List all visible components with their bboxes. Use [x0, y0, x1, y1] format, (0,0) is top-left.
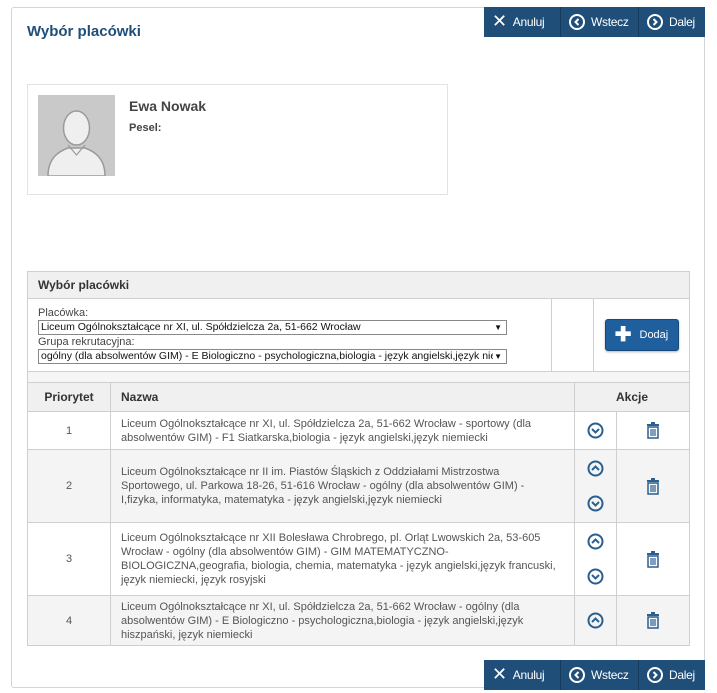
page-title: Wybór placówki: [27, 23, 141, 40]
cancel-button[interactable]: ✕ Anuluj: [484, 660, 561, 690]
chevron-left-icon: [569, 667, 585, 683]
row-name: Liceum Ogólnokształcące nr XI, ul. Spółd…: [110, 595, 575, 646]
placowka-value: Liceum Ogólnokształcące nr XI, ul. Spółd…: [41, 321, 361, 333]
selection-heading: Wybór placówki: [28, 272, 689, 299]
move-up-button[interactable]: [587, 612, 605, 630]
cancel-button[interactable]: ✕ Anuluj: [484, 7, 561, 37]
back-label: Wstecz: [591, 15, 629, 29]
profile-card: Ewa Nowak Pesel:: [27, 84, 448, 195]
placowka-label: Placówka:: [38, 307, 89, 319]
row-priority: 1: [27, 411, 111, 450]
cancel-label: Anuluj: [512, 15, 545, 29]
trash-icon: [647, 550, 659, 568]
plus-icon: ✚: [614, 324, 632, 346]
grupa-select[interactable]: ogólny (dla absolwentów GIM) - E Biologi…: [38, 349, 507, 364]
row-priority: 3: [27, 522, 111, 596]
chevron-up-circle-icon: [587, 612, 604, 629]
top-toolbar: ✕ Anuluj Wstecz Dalej: [484, 7, 705, 37]
bottom-toolbar: ✕ Anuluj Wstecz Dalej: [484, 660, 705, 690]
grupa-value: ogólny (dla absolwentów GIM) - E Biologi…: [41, 350, 493, 362]
trash-icon: [647, 477, 659, 495]
delete-button[interactable]: [644, 477, 662, 495]
pesel-label: Pesel:: [129, 122, 162, 134]
placowka-select[interactable]: Liceum Ogólnokształcące nr XI, ul. Spółd…: [38, 320, 507, 335]
header-priority: Priorytet: [27, 382, 111, 412]
row-priority: 4: [27, 595, 111, 646]
next-label: Dalej: [669, 668, 695, 682]
pesel-field: Pesel:: [129, 122, 161, 134]
back-button[interactable]: Wstecz: [561, 7, 639, 37]
table-row: 2 Liceum Ogólnokształcące nr II im. Pias…: [27, 449, 690, 523]
next-button[interactable]: Dalej: [639, 7, 705, 37]
delete-button[interactable]: [644, 612, 662, 630]
add-label: Dodaj: [639, 329, 669, 341]
user-name: Ewa Nowak: [129, 98, 207, 114]
back-button[interactable]: Wstecz: [561, 660, 639, 690]
next-label: Dalej: [669, 15, 695, 29]
chevron-left-icon: [569, 14, 585, 30]
header-actions: Akcje: [574, 382, 690, 412]
move-up-button[interactable]: [587, 460, 605, 478]
priority-table: Priorytet Nazwa Akcje 1 Liceum Ogólnoksz…: [27, 382, 690, 646]
table-row: 4 Liceum Ogólnokształcące nr XI, ul. Spó…: [27, 595, 690, 646]
move-down-button[interactable]: [587, 422, 605, 440]
row-name: Liceum Ogólnokształcące nr XI, ul. Spółd…: [110, 411, 575, 450]
table-row: 1 Liceum Ogólnokształcące nr XI, ul. Spó…: [27, 411, 690, 450]
add-button[interactable]: ✚ Dodaj: [604, 319, 679, 351]
header-name: Nazwa: [110, 382, 575, 412]
move-down-button[interactable]: [587, 568, 605, 586]
row-name: Liceum Ogólnokształcące nr XII Bolesława…: [110, 522, 575, 596]
chevron-right-icon: [647, 14, 663, 30]
next-button[interactable]: Dalej: [639, 660, 705, 690]
close-icon: ✕: [492, 664, 507, 685]
chevron-down-circle-icon: [587, 422, 604, 439]
table-row: 3 Liceum Ogólnokształcące nr XII Bolesła…: [27, 522, 690, 596]
grupa-label: Grupa rekrutacyjna:: [38, 336, 135, 348]
move-up-button[interactable]: [587, 533, 605, 551]
chevron-up-circle-icon: [587, 460, 604, 477]
row-name: Liceum Ogólnokształcące nr II im. Piastó…: [110, 449, 575, 523]
row-priority: 2: [27, 449, 111, 523]
move-down-button[interactable]: [587, 495, 605, 513]
delete-button[interactable]: [644, 422, 662, 440]
back-label: Wstecz: [591, 668, 629, 682]
cancel-label: Anuluj: [512, 668, 545, 682]
chevron-down-circle-icon: [587, 495, 604, 512]
dropdown-arrow-icon: ▼: [494, 323, 502, 332]
selection-panel: Wybór placówki Placówka: Liceum Ogólnoks…: [27, 271, 690, 383]
chevron-up-circle-icon: [587, 533, 604, 550]
close-icon: ✕: [492, 11, 507, 32]
trash-icon: [647, 612, 659, 629]
chevron-right-icon: [647, 667, 663, 683]
chevron-down-circle-icon: [587, 568, 604, 585]
trash-icon: [647, 422, 659, 439]
avatar: [38, 95, 115, 176]
dropdown-arrow-icon: ▼: [494, 352, 502, 361]
delete-button[interactable]: [644, 550, 662, 568]
